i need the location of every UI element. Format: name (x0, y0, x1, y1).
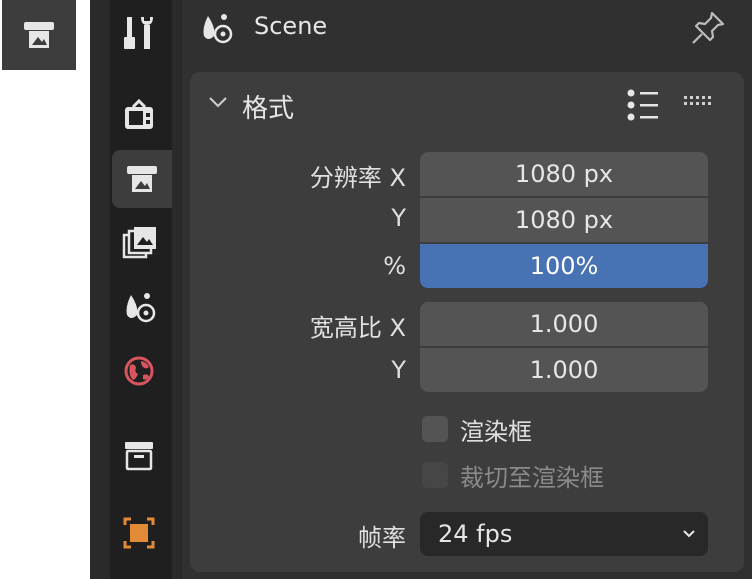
context-title: Scene (254, 12, 328, 40)
pin-icon (692, 11, 725, 44)
properties-content: Scene 格式 分辨率 X 1080 px Y 1080 px % 100% … (182, 0, 752, 579)
aspect-x-label: 宽高比 X (309, 314, 406, 342)
output-tab-icon-preview (2, 0, 76, 70)
render-icon (125, 98, 153, 129)
resolution-y-label: Y (391, 204, 406, 232)
resolution-x-field[interactable]: 1080 px (420, 152, 708, 196)
tab-render[interactable] (110, 86, 168, 144)
chevron-down-icon (683, 530, 695, 538)
output-icon (127, 166, 157, 192)
resolution-percent-label: % (383, 252, 406, 280)
presets-icon[interactable] (626, 88, 662, 122)
framerate-dropdown[interactable]: 24 fps (420, 512, 708, 556)
panel-header[interactable]: 格式 (190, 72, 744, 132)
aspect-y-field[interactable]: 1.000 (420, 348, 708, 392)
aspect-x-field[interactable]: 1.000 (420, 302, 708, 346)
object-icon (123, 517, 155, 549)
context-header: Scene (182, 0, 752, 56)
properties-tab-bar (110, 0, 172, 579)
tool-icon (124, 17, 153, 49)
scene-icon (203, 14, 233, 44)
render-region-checkbox[interactable] (422, 416, 448, 442)
tab-view-layer[interactable] (110, 214, 168, 272)
world-icon (124, 356, 154, 386)
aspect-y-label: Y (391, 356, 406, 384)
framerate-value: 24 fps (438, 520, 513, 548)
view-layer-icon (122, 227, 156, 259)
tab-output[interactable] (112, 150, 172, 208)
crop-to-region-label: 裁切至渲染框 (460, 464, 604, 492)
resolution-percent-field[interactable]: 100% (420, 244, 708, 288)
tab-tool[interactable] (110, 4, 168, 62)
crop-to-region-checkbox[interactable] (422, 462, 448, 488)
output-icon (24, 22, 54, 48)
framerate-label: 帧率 (358, 524, 406, 552)
panel-title: 格式 (242, 94, 295, 124)
resolution-x-label: 分辨率 X (309, 164, 406, 192)
chevron-down-icon (209, 97, 227, 108)
resolution-y-field[interactable]: 1080 px (420, 198, 708, 242)
format-panel: 格式 分辨率 X 1080 px Y 1080 px % 100% 宽高比 X … (190, 72, 744, 572)
tab-scene[interactable] (110, 278, 168, 336)
blender-properties-editor: Scene 格式 分辨率 X 1080 px Y 1080 px % 100% … (90, 0, 752, 579)
tab-world[interactable] (110, 342, 168, 400)
scene-icon (126, 293, 156, 323)
tab-object[interactable] (110, 504, 168, 562)
tab-collection[interactable] (110, 426, 168, 484)
render-region-label: 渲染框 (460, 418, 532, 446)
drag-handle-icon[interactable] (684, 96, 714, 106)
pin-button[interactable] (688, 8, 728, 48)
collection-icon (125, 442, 153, 471)
